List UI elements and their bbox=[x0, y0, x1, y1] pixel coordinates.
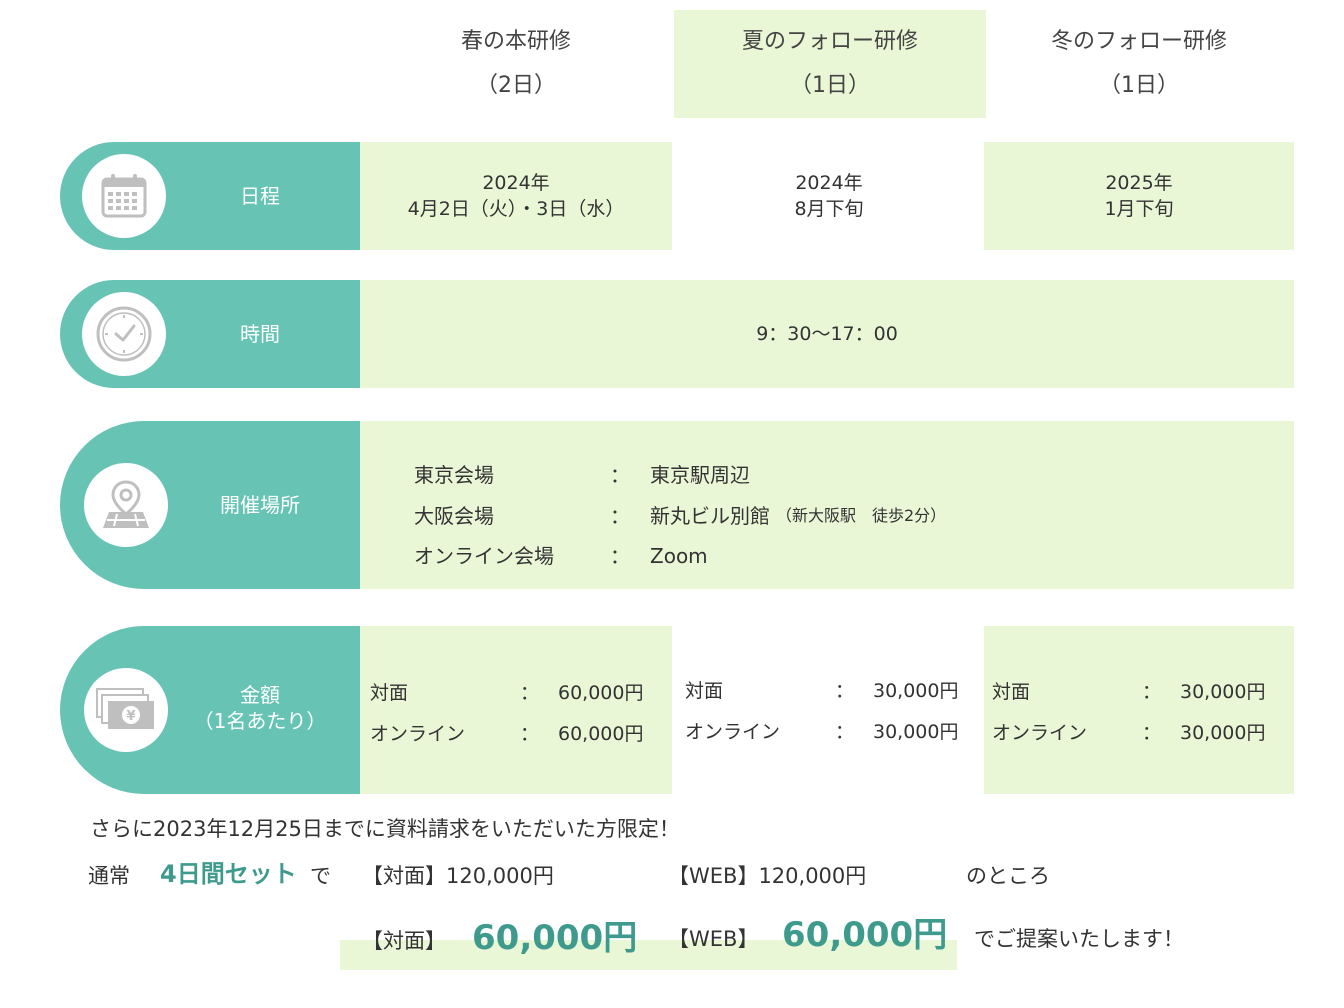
venue-row-tokyo: 東京会場 ： 東京駅周辺 bbox=[414, 460, 1214, 490]
fee-winter-inperson: 対面 ： 30,000円 bbox=[992, 677, 1292, 707]
column-days: （1日） bbox=[790, 73, 870, 98]
clock-icon bbox=[82, 292, 166, 376]
venue-note: （新大阪駅 徒歩2分） bbox=[776, 506, 947, 525]
fee-spring-inperson: 対面 ： 60,000円 bbox=[370, 678, 670, 708]
promo-closing: でご提案いたします！ bbox=[974, 927, 1184, 951]
schedule-label: 日程 bbox=[240, 184, 280, 208]
fee-label: 金額 （1名あたり） bbox=[160, 682, 360, 734]
promo-set: 4日間セット bbox=[160, 860, 297, 888]
fee-label-pill: ¥ 金額 （1名あたり） bbox=[60, 626, 360, 794]
fee-summer-online: オンライン ： 30,000円 bbox=[685, 717, 981, 747]
venue-name: オンライン会場 bbox=[414, 544, 554, 568]
promo-de: で bbox=[310, 864, 331, 888]
fee-type: 対面 bbox=[992, 681, 1031, 703]
promo-offer-inperson-label: 【対面】 bbox=[362, 929, 446, 953]
money-icon: ¥ bbox=[84, 668, 168, 752]
promo-normal: 通常 bbox=[88, 864, 130, 888]
venue-place: 新丸ビル別館 bbox=[650, 504, 770, 528]
fee-winter-cell bbox=[984, 626, 1294, 794]
fee-summer-inperson: 対面 ： 30,000円 bbox=[685, 676, 981, 706]
venue-name: 東京会場 bbox=[414, 463, 494, 487]
promo-offer-web-price: 60,000円 bbox=[782, 915, 948, 955]
promo-offer-web-label: 【WEB】 bbox=[668, 927, 759, 951]
column-header-summer: 夏のフォロー研修 （1日） bbox=[674, 10, 986, 118]
fee-price: 30,000円 bbox=[873, 721, 959, 743]
fee-sep: ： bbox=[520, 723, 540, 745]
fee-spring-cell bbox=[360, 626, 672, 794]
fee-type: オンライン bbox=[685, 721, 781, 743]
schedule-date: 8月下旬 bbox=[794, 198, 864, 220]
fee-price: 30,000円 bbox=[873, 680, 959, 702]
fee-sep: ： bbox=[835, 680, 855, 702]
column-name: 春の本研修 bbox=[460, 29, 571, 54]
venue-row-osaka: 大阪会場 ： 新丸ビル別館 （新大阪駅 徒歩2分） bbox=[414, 501, 1214, 531]
column-header-winter: 冬のフォロー研修 （1日） bbox=[984, 10, 1294, 118]
fee-sep: ： bbox=[1142, 681, 1162, 703]
promo-normal-web: 【WEB】120,000円 bbox=[668, 864, 867, 888]
fee-label-line2: （1名あたり） bbox=[193, 709, 327, 733]
time-value-cell: 9：30〜17：00 bbox=[360, 280, 1294, 388]
fee-label-line1: 金額 bbox=[240, 683, 280, 707]
fee-price: 30,000円 bbox=[1180, 722, 1266, 744]
column-name: 夏のフォロー研修 bbox=[741, 29, 918, 54]
time-label-pill: 時間 bbox=[60, 280, 360, 388]
venue-name: 大阪会場 bbox=[414, 504, 494, 528]
fee-spring-online: オンライン ： 60,000円 bbox=[370, 719, 670, 749]
fee-sep: ： bbox=[835, 721, 855, 743]
time-label: 時間 bbox=[240, 322, 280, 346]
venue-row-online: オンライン会場 ： Zoom bbox=[414, 541, 1214, 571]
time-value: 9：30〜17：00 bbox=[756, 323, 898, 345]
map-pin-icon bbox=[84, 463, 168, 547]
schedule-winter: 2025年 1月下旬 bbox=[984, 142, 1294, 250]
promo-line1: さらに2023年12月25日までに資料請求をいただいた方限定！ bbox=[90, 817, 680, 841]
schedule-year: 2024年 bbox=[795, 172, 863, 194]
promo-normal-inperson: 【対面】120,000円 bbox=[362, 864, 554, 888]
fee-type: 対面 bbox=[685, 680, 724, 702]
venue-sep: ： bbox=[610, 504, 630, 528]
column-days: （1日） bbox=[1099, 73, 1179, 98]
schedule-label-pill: 日程 bbox=[60, 142, 360, 250]
venue-sep: ： bbox=[610, 463, 630, 487]
fee-price: 60,000円 bbox=[558, 682, 644, 704]
calendar-icon bbox=[82, 154, 166, 238]
fee-winter-online: オンライン ： 30,000円 bbox=[992, 718, 1292, 748]
venue-sep: ： bbox=[610, 544, 630, 568]
fee-type: オンライン bbox=[992, 722, 1088, 744]
venue-label-pill: 開催場所 bbox=[60, 421, 360, 589]
promo-tokoro: のところ bbox=[966, 864, 1050, 888]
venue-place: 東京駅周辺 bbox=[650, 463, 750, 487]
schedule-date: 1月下旬 bbox=[1104, 198, 1174, 220]
column-header-spring: 春の本研修 （2日） bbox=[360, 10, 672, 118]
column-days: （2日） bbox=[476, 73, 556, 98]
schedule-summer: 2024年 8月下旬 bbox=[674, 142, 984, 250]
svg-text:¥: ¥ bbox=[126, 709, 135, 724]
schedule-date: 4月2日（火）・3日（水） bbox=[407, 198, 625, 220]
venue-place: Zoom bbox=[650, 544, 708, 568]
column-name: 冬のフォロー研修 bbox=[1050, 29, 1227, 54]
fee-price: 30,000円 bbox=[1180, 681, 1266, 703]
schedule-spring: 2024年 4月2日（火）・3日（水） bbox=[360, 142, 672, 250]
promo-offer-inperson-price: 60,000円 bbox=[472, 918, 638, 958]
fee-sep: ： bbox=[520, 682, 540, 704]
schedule-year: 2025年 bbox=[1105, 172, 1173, 194]
fee-type: 対面 bbox=[370, 682, 409, 704]
fee-sep: ： bbox=[1142, 722, 1162, 744]
schedule-year: 2024年 bbox=[482, 172, 550, 194]
fee-type: オンライン bbox=[370, 723, 466, 745]
fee-price: 60,000円 bbox=[558, 723, 644, 745]
venue-label: 開催場所 bbox=[220, 493, 300, 517]
